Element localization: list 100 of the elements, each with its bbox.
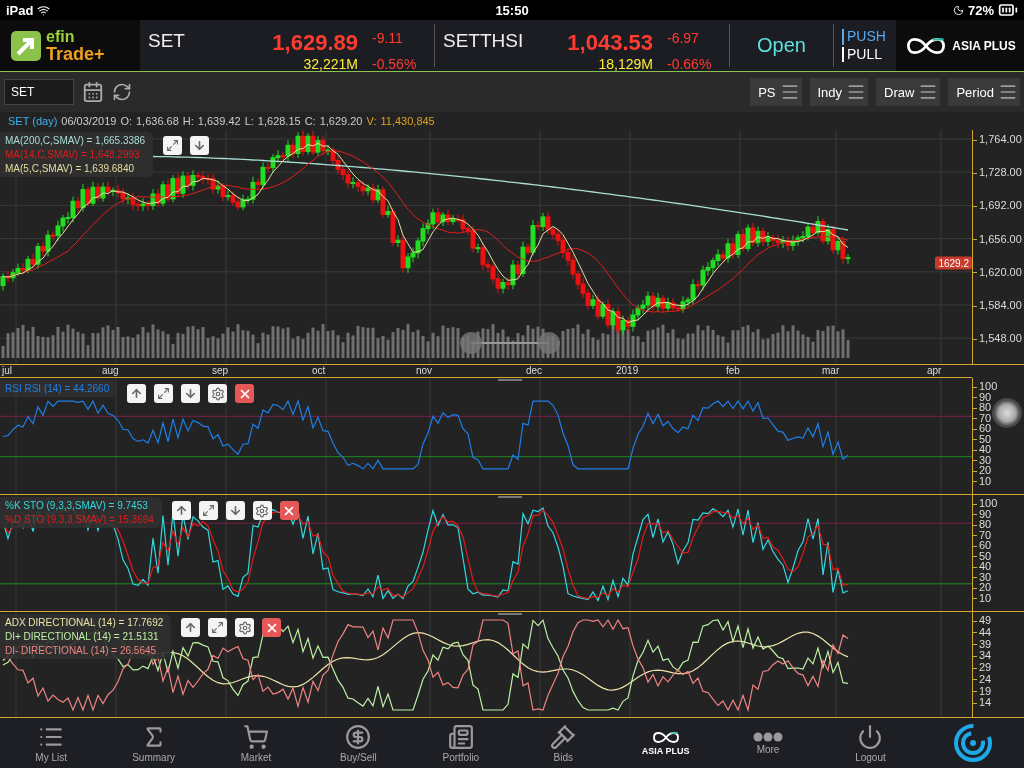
legend-label: ADX DIRECTIONAL (14) = 17.7692 bbox=[5, 617, 164, 628]
axis-label: 1,584.00 bbox=[973, 299, 1022, 311]
settings-button[interactable] bbox=[252, 501, 272, 520]
move-up-button[interactable] bbox=[171, 501, 191, 520]
ohlc-label: H: bbox=[182, 115, 194, 127]
close-button[interactable] bbox=[279, 501, 299, 520]
expand-button[interactable] bbox=[208, 618, 228, 637]
axis-label: 80 bbox=[973, 518, 992, 530]
more-icon bbox=[753, 731, 784, 742]
move-down-button[interactable] bbox=[181, 384, 201, 403]
month-label: mar bbox=[822, 365, 840, 376]
power-icon bbox=[857, 723, 884, 750]
broker-name: ASIA PLUS bbox=[952, 38, 1016, 53]
ohlc-value: 1,628.15 bbox=[257, 115, 301, 127]
legend-label: DI- DIRECTIONAL (14) = 26.5645 bbox=[5, 645, 158, 656]
nav-tab[interactable]: Market bbox=[204, 718, 308, 768]
index-symbol: SET bbox=[148, 30, 186, 53]
nav-tab[interactable]: Buy/Sell bbox=[307, 718, 410, 768]
axis-label: 20 bbox=[973, 581, 992, 593]
move-up-button[interactable] bbox=[181, 618, 201, 637]
index-price: 1,043.53 bbox=[566, 30, 653, 56]
legend-label: MA(14,C,SMAV) = 1,648.2993 bbox=[5, 149, 141, 160]
menu-button[interactable]: Indy bbox=[809, 78, 869, 106]
range-handle-drawing[interactable] bbox=[458, 330, 562, 356]
axis-label: 90 bbox=[973, 507, 992, 520]
expand-icon bbox=[166, 139, 180, 152]
close-button[interactable] bbox=[262, 618, 282, 637]
settings-icon bbox=[237, 620, 252, 635]
arrow-up-icon bbox=[174, 504, 188, 517]
legend-label: %K STO (9,3,3,SMAV) = 9.7453 bbox=[5, 500, 149, 511]
axis-label: 30 bbox=[973, 453, 992, 466]
settings-button[interactable] bbox=[235, 618, 255, 637]
nav-tab[interactable]: Bids bbox=[512, 718, 615, 768]
ohlc-value: 1,629.20 bbox=[319, 115, 363, 127]
month-label: nov bbox=[416, 365, 433, 376]
axis-label: 10 bbox=[973, 591, 992, 604]
refresh-icon[interactable] bbox=[112, 82, 132, 102]
legend-label: MA(5,C,SMAV) = 1,639.6840 bbox=[5, 163, 136, 174]
close-button[interactable] bbox=[235, 384, 255, 403]
axis-label: 1,548.00 bbox=[973, 332, 1022, 345]
axis-label: 1,764.00 bbox=[973, 133, 1022, 145]
floating-button[interactable] bbox=[992, 398, 1022, 428]
percent-change: -0.56% bbox=[371, 56, 418, 72]
arrow-down-icon bbox=[228, 504, 242, 517]
axis-label: 60 bbox=[973, 422, 992, 434]
expand-button[interactable] bbox=[198, 501, 218, 520]
spiral-icon bbox=[952, 723, 993, 763]
axis-label: 1,692.00 bbox=[973, 199, 1022, 212]
axis-label: 40 bbox=[973, 443, 992, 455]
menu-button[interactable]: PS bbox=[750, 78, 802, 106]
expand-icon bbox=[201, 504, 215, 517]
axis-label: 70 bbox=[973, 411, 992, 424]
axis-label: 44 bbox=[973, 625, 992, 638]
move-down-button[interactable] bbox=[190, 136, 210, 155]
nav-tab[interactable]: Summary bbox=[102, 718, 205, 768]
brand-logo-icon bbox=[650, 730, 681, 745]
nav-tab[interactable]: Logout bbox=[819, 718, 922, 768]
trade-value: 32,221M bbox=[302, 56, 358, 72]
chart-date: 06/03/2019 bbox=[61, 115, 117, 127]
ohlc-value: 1,636.68 bbox=[136, 115, 179, 127]
axis-label: 50 bbox=[973, 549, 992, 562]
month-label: jul bbox=[2, 365, 12, 376]
arrow-up-icon bbox=[184, 621, 198, 634]
settings-button[interactable] bbox=[208, 384, 228, 403]
axis-label: 30 bbox=[973, 570, 992, 583]
symbol-field[interactable]: SET bbox=[4, 79, 74, 105]
settings-icon bbox=[255, 503, 270, 518]
axis-label: 70 bbox=[973, 528, 992, 541]
expand-button[interactable] bbox=[163, 136, 183, 155]
document-icon bbox=[447, 723, 474, 750]
month-label: apr bbox=[927, 365, 942, 376]
nav-tab[interactable]: More bbox=[716, 718, 820, 768]
dollar-exchange-icon bbox=[345, 723, 372, 750]
move-up-button[interactable] bbox=[127, 384, 147, 403]
logo-text: Trade+ bbox=[46, 44, 105, 63]
axis-label: 1,656.00 bbox=[973, 232, 1022, 245]
brand-tab[interactable]: ASIA PLUS bbox=[614, 718, 717, 768]
ohlc-label: L: bbox=[244, 115, 254, 127]
menu-button[interactable]: Period bbox=[948, 78, 1020, 106]
device-name: iPad bbox=[6, 2, 34, 18]
price-change: -6.97 bbox=[666, 30, 700, 48]
menu-button[interactable]: Draw bbox=[876, 78, 941, 106]
axis-label: 40 bbox=[973, 560, 992, 572]
volume-label: V: bbox=[366, 115, 377, 127]
calendar-icon[interactable] bbox=[82, 81, 104, 103]
nav-tab[interactable]: My List bbox=[0, 718, 103, 768]
axis-label: 14 bbox=[973, 696, 992, 709]
cart-icon bbox=[243, 723, 269, 750]
axis-label: 29 bbox=[973, 661, 992, 673]
axis-label: 39 bbox=[973, 637, 992, 650]
nav-tab[interactable]: Portfolio bbox=[409, 718, 513, 768]
axis-label: 1,728.00 bbox=[973, 166, 1022, 179]
settings-icon bbox=[210, 386, 225, 401]
axis-label: 90 bbox=[973, 390, 992, 403]
wifi-icon bbox=[37, 3, 51, 17]
legend-label: %D STO (9,3,3,SMAV) = 15.3694 bbox=[5, 514, 154, 525]
index-symbol: SETTHSI bbox=[443, 30, 525, 53]
expand-icon bbox=[157, 387, 171, 400]
volume-value: 11,430,845 bbox=[380, 115, 435, 127]
expand-button[interactable] bbox=[154, 384, 174, 403]
